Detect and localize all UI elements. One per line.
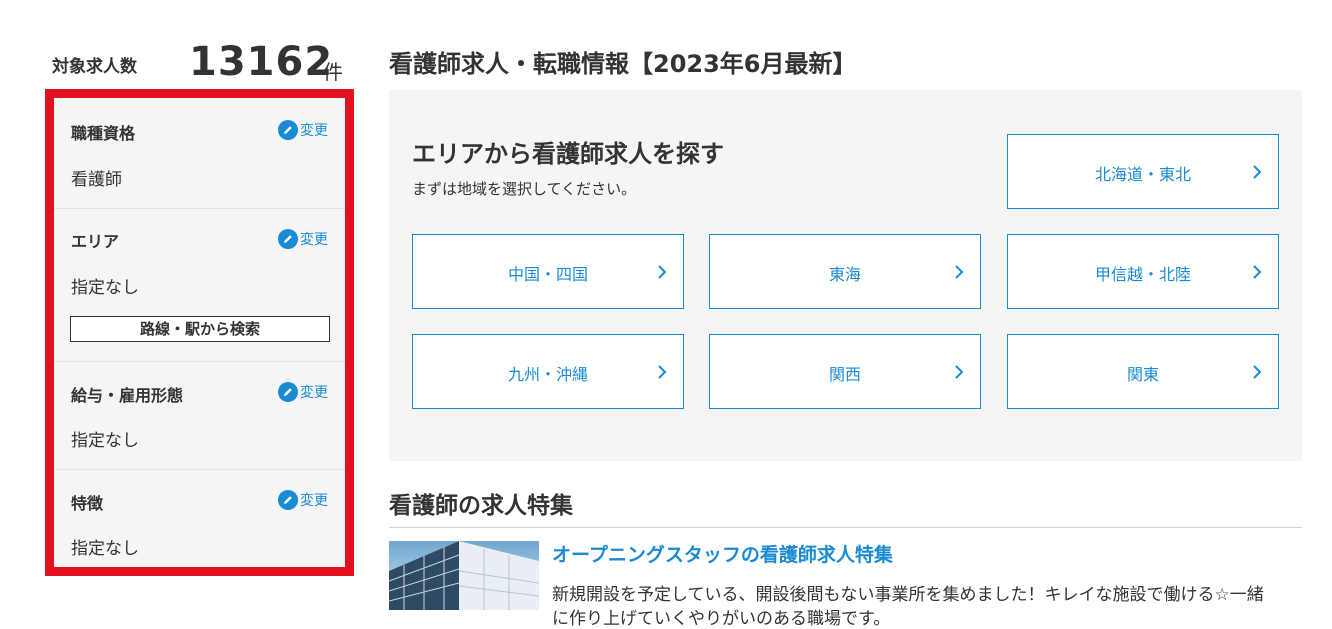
- region-button-tokai[interactable]: 東海: [709, 234, 981, 309]
- region-button-label: 関東: [1126, 365, 1159, 384]
- area-search-subtext: まずは地域を選択してください。: [412, 180, 637, 198]
- region-button-label: 北海道・東北: [1094, 165, 1191, 184]
- filter-salary: 給与・雇用形態 変更 指定なし: [54, 362, 345, 470]
- special-feature-description: 新規開設を予定している、開設後間もない事業所を集めました！キレイな施設で働ける☆…: [552, 585, 1264, 605]
- job-count-unit: 件: [323, 60, 343, 84]
- filter-salary-title: 給与・雇用形態: [71, 386, 184, 405]
- filter-area-title: エリア: [71, 232, 120, 251]
- filter-area: エリア 変更 指定なし 路線・駅から検索: [54, 209, 345, 362]
- chevron-right-icon: [658, 265, 667, 279]
- special-feature-description-continued: に作り上げていくやりがいのある職場です。: [552, 609, 891, 629]
- pencil-icon: [278, 229, 298, 249]
- job-count: 対象求人数 13162 件: [52, 40, 352, 84]
- region-button-label: 関西: [828, 365, 861, 384]
- chevron-right-icon: [1253, 265, 1262, 279]
- change-label: 変更: [300, 123, 328, 139]
- change-label: 変更: [300, 493, 328, 509]
- region-button-hokkaido-tohoku[interactable]: 北海道・東北: [1007, 134, 1279, 209]
- area-search-heading: エリアから看護師求人を探す: [412, 140, 724, 168]
- filter-salary-change-button[interactable]: 変更: [278, 382, 328, 402]
- region-button-koshinetsu-hokuriku[interactable]: 甲信越・北陸: [1007, 234, 1279, 309]
- filter-features-change-button[interactable]: 変更: [278, 490, 328, 510]
- region-button-label: 東海: [828, 265, 861, 284]
- area-search-panel: エリアから看護師求人を探す まずは地域を選択してください。 北海道・東北 中国・…: [389, 90, 1302, 461]
- special-feature-thumbnail[interactable]: [389, 541, 539, 610]
- chevron-right-icon: [955, 265, 964, 279]
- region-button-kyushu-okinawa[interactable]: 九州・沖縄: [412, 334, 684, 409]
- special-feature-heading: 看護師の求人特集: [389, 493, 573, 519]
- filter-occupation-value: 看護師: [71, 170, 122, 190]
- job-count-number: 13162: [189, 39, 334, 85]
- pencil-icon: [278, 490, 298, 510]
- region-button-kanto[interactable]: 関東: [1007, 334, 1279, 409]
- pencil-icon: [278, 382, 298, 402]
- job-count-label: 対象求人数: [52, 57, 137, 77]
- special-feature-link[interactable]: オープニングスタッフの看護師求人特集: [552, 540, 893, 567]
- filter-occupation: 職種資格 変更 看護師: [54, 98, 345, 209]
- section-divider: [389, 527, 1302, 528]
- filter-salary-value: 指定なし: [71, 431, 139, 451]
- filter-features-value: 指定なし: [71, 539, 139, 559]
- route-station-search-button[interactable]: 路線・駅から検索: [70, 316, 330, 342]
- filter-features: 特徴 変更 指定なし: [54, 470, 345, 567]
- region-button-label: 甲信越・北陸: [1094, 265, 1191, 284]
- pencil-icon: [278, 120, 298, 140]
- filter-occupation-title: 職種資格: [71, 124, 136, 143]
- filter-features-title: 特徴: [71, 494, 104, 513]
- chevron-right-icon: [955, 365, 964, 379]
- chevron-right-icon: [1253, 165, 1262, 179]
- change-label: 変更: [300, 232, 328, 248]
- chevron-right-icon: [658, 365, 667, 379]
- region-button-label: 中国・四国: [507, 265, 588, 284]
- filter-area-change-button[interactable]: 変更: [278, 229, 328, 249]
- region-button-kansai[interactable]: 関西: [709, 334, 981, 409]
- region-button-chugoku-shikoku[interactable]: 中国・四国: [412, 234, 684, 309]
- chevron-right-icon: [1253, 365, 1262, 379]
- building-image: [389, 541, 539, 610]
- region-button-label: 九州・沖縄: [507, 365, 588, 384]
- filter-area-value: 指定なし: [71, 278, 139, 298]
- change-label: 変更: [300, 385, 328, 401]
- filter-occupation-change-button[interactable]: 変更: [278, 120, 328, 140]
- page-title: 看護師求人・転職情報【2023年6月最新】: [389, 50, 857, 78]
- search-filter-panel: 職種資格 変更 看護師 エリア 変更 指定なし 路線・駅から検索 給与・雇用形態…: [45, 89, 354, 576]
